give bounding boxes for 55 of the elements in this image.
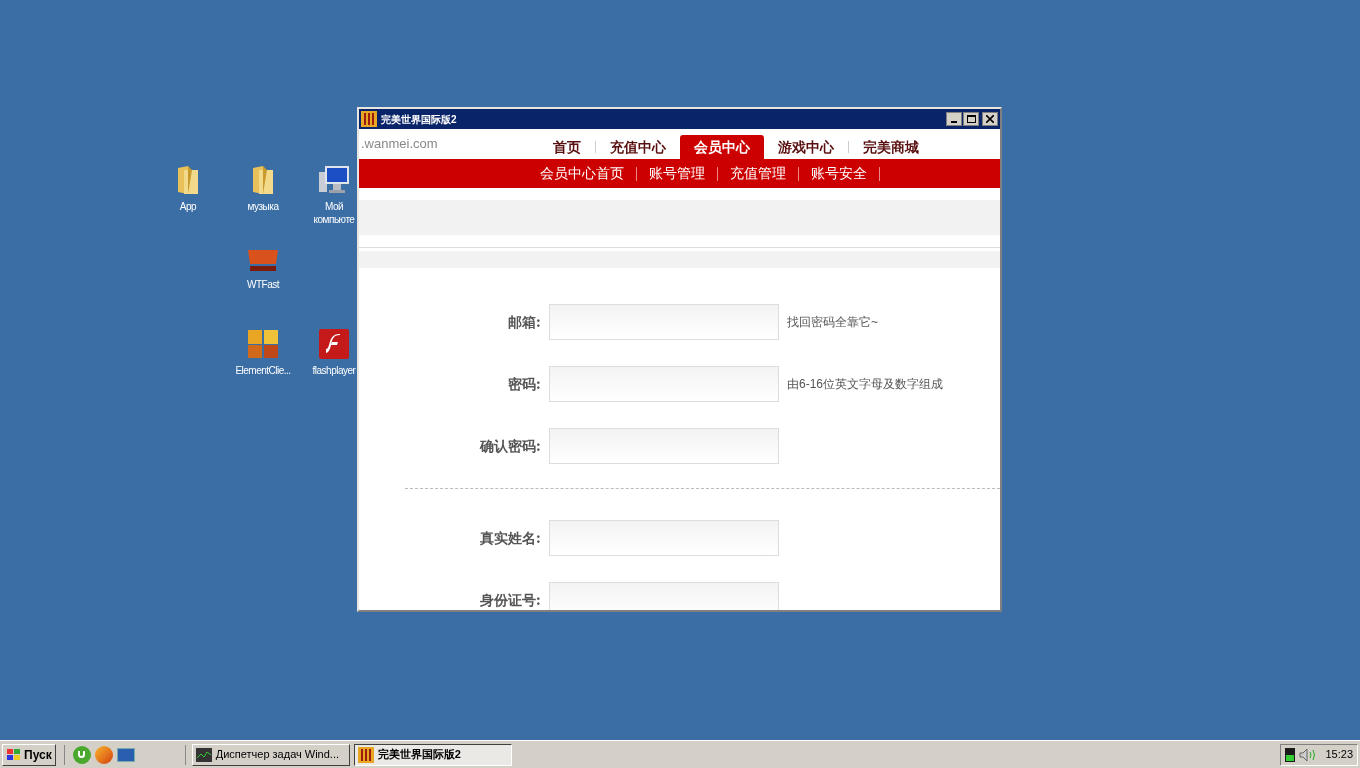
- desktop-icon[interactable]: App: [152, 164, 224, 213]
- close-button[interactable]: [982, 112, 998, 126]
- taskbar-button[interactable]: Диспетчер задач Wind...: [191, 743, 350, 766]
- field-label: 确认密码:: [478, 436, 542, 456]
- network-icon: [1285, 747, 1296, 762]
- icon-label: flashplayer: [311, 364, 357, 377]
- desktop-icon[interactable]: WTFast: [227, 246, 299, 291]
- monitor-icon: [195, 747, 212, 762]
- site-logo: .wanmei.com: [360, 135, 439, 154]
- icon-label: Мой компьюте: [312, 200, 356, 226]
- nav-tab[interactable]: 游戏中心: [764, 135, 848, 159]
- field-label: 真实姓名:: [478, 528, 542, 548]
- start-button[interactable]: Пуск: [2, 743, 56, 766]
- subnav-link[interactable]: 充值管理: [724, 163, 792, 184]
- minimize-button[interactable]: [946, 112, 962, 126]
- input-field[interactable]: [549, 366, 779, 402]
- subnav-link[interactable]: 账号管理: [643, 163, 711, 184]
- subnav-link[interactable]: 会员中心首页: [534, 163, 630, 184]
- nav-tab[interactable]: 首页: [539, 135, 595, 159]
- input-field[interactable]: [549, 304, 779, 340]
- windows-logo-icon: [6, 747, 22, 762]
- desktop-icon[interactable]: ElementClie...: [227, 328, 299, 377]
- game-logo-icon: [361, 111, 377, 127]
- browser-icon[interactable]: [94, 745, 113, 764]
- icon-label: музыка: [246, 200, 280, 213]
- close-icon: [986, 115, 994, 123]
- desktop-icon[interactable]: Мой компьюте: [311, 164, 357, 226]
- icon-label: ElementClie...: [234, 364, 292, 377]
- game-logo-icon: [357, 746, 374, 763]
- field-hint: 由6-16位英文字母及数字组成: [787, 376, 944, 393]
- subnav-link[interactable]: 账号安全: [805, 163, 873, 184]
- field-label: 身份证号:: [478, 590, 542, 610]
- input-field[interactable]: [549, 520, 779, 556]
- field-label: 密码:: [506, 374, 542, 394]
- field-hint: 找回密码全靠它~: [787, 314, 878, 331]
- computer-icon: [317, 164, 351, 196]
- field-label: 邮箱:: [506, 312, 542, 332]
- input-field[interactable]: [549, 582, 779, 610]
- desktop-icon[interactable]: музыка: [227, 164, 299, 213]
- torrent-icon[interactable]: [72, 745, 91, 764]
- nav-tab[interactable]: 会员中心: [680, 135, 764, 159]
- window-title: 完美世界国际版2: [381, 112, 457, 127]
- clock: 15:23: [1325, 747, 1353, 763]
- desktop-icon[interactable]: flashplayer: [311, 328, 357, 377]
- icon-label: App: [178, 200, 198, 213]
- desktop-icon[interactable]: [116, 747, 135, 762]
- speaker-icon: [1299, 747, 1318, 762]
- maximize-button[interactable]: [963, 112, 979, 126]
- input-field[interactable]: [549, 428, 779, 464]
- icon-label: WTFast: [246, 278, 281, 291]
- flash-icon: [318, 328, 350, 360]
- nav-tab[interactable]: 完美商城: [849, 135, 933, 159]
- game-logo-icon: [246, 328, 280, 360]
- nav-tab[interactable]: 充值中心: [596, 135, 680, 159]
- taskbar-button[interactable]: 完美世界国际版2: [353, 743, 512, 766]
